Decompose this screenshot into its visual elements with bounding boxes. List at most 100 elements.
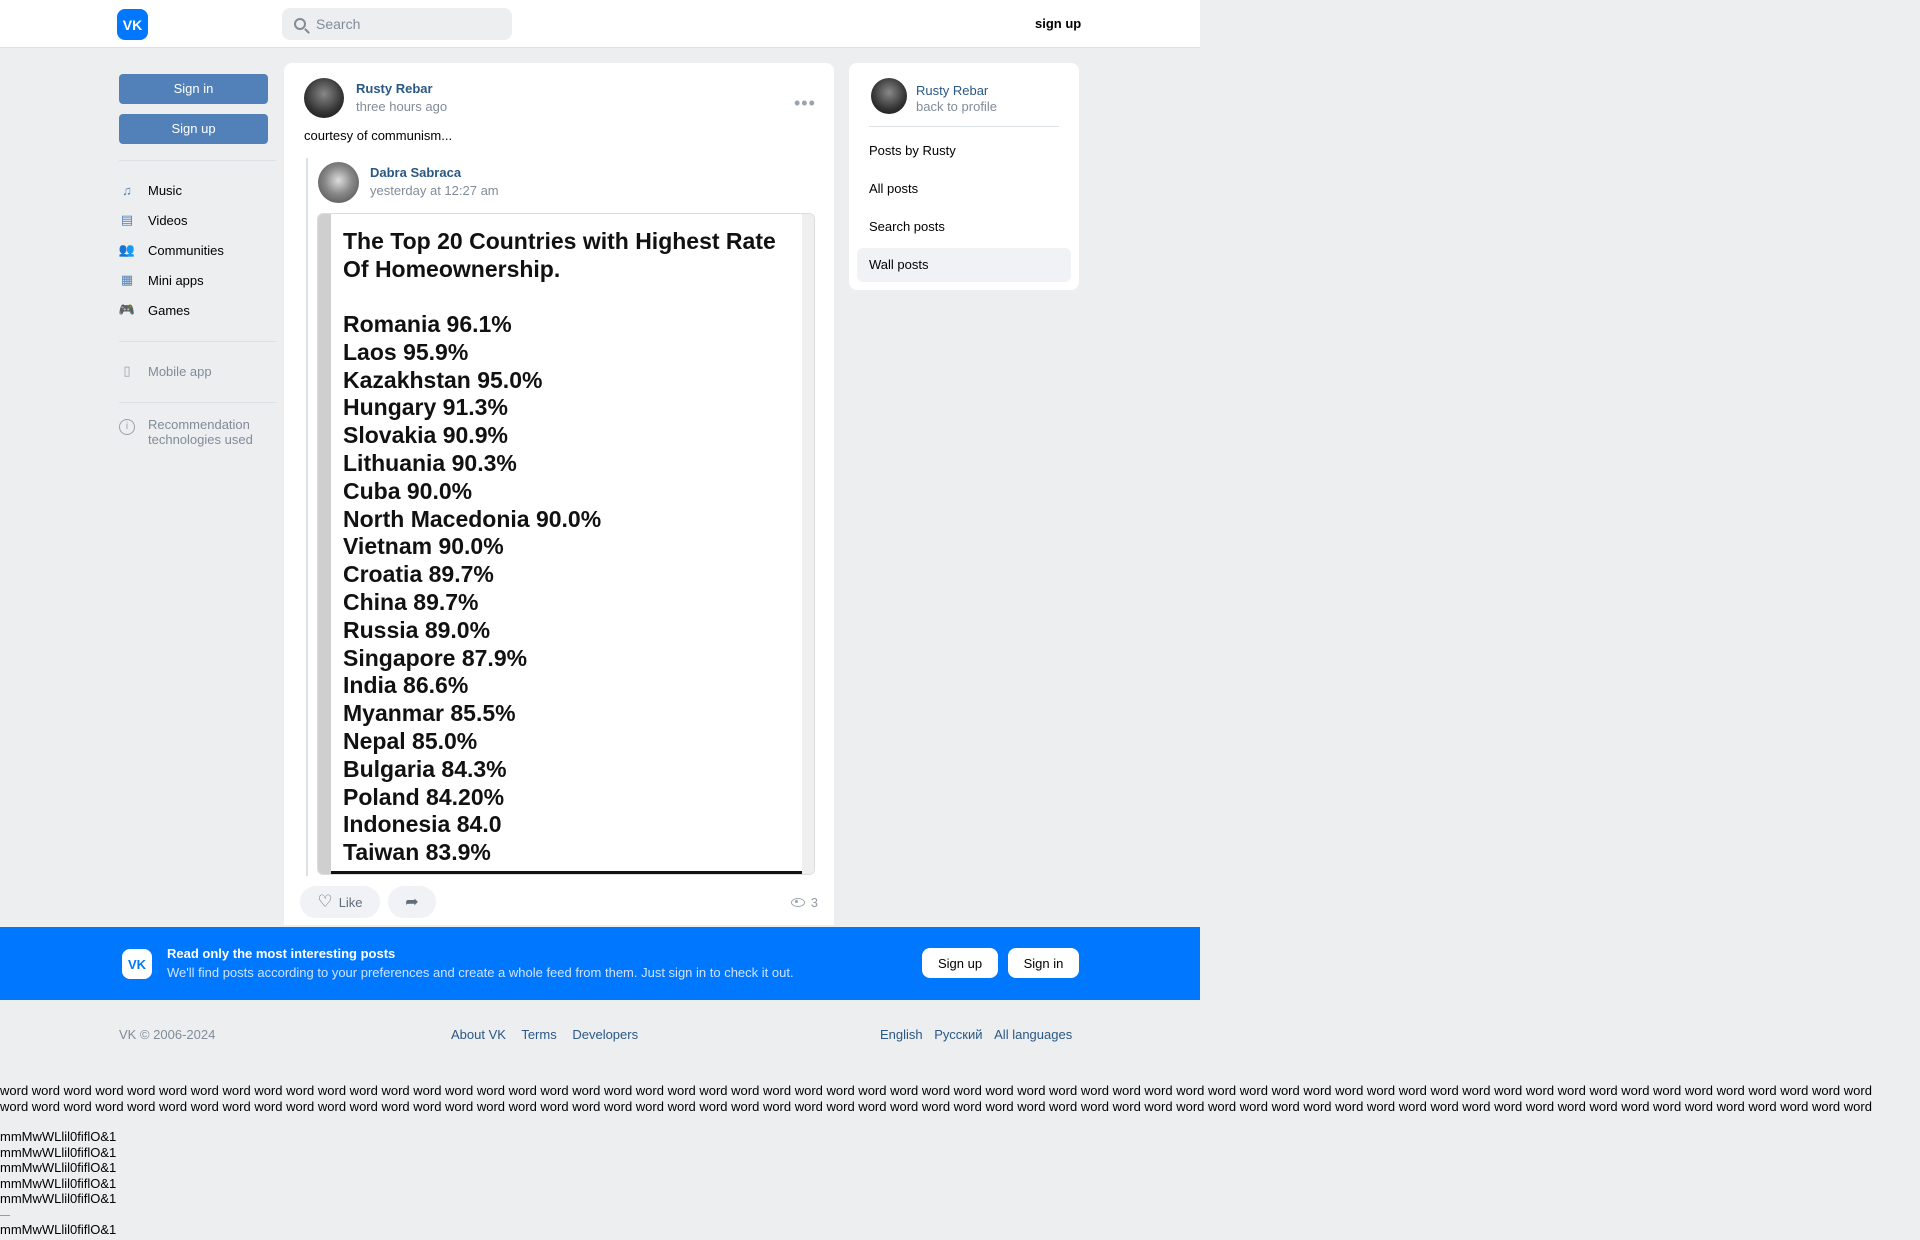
- language-all[interactable]: All languages: [994, 1027, 1072, 1042]
- sidebar-item-communities[interactable]: 👥 Communities: [119, 235, 276, 265]
- repost-avatar[interactable]: [318, 162, 359, 203]
- like-label: Like: [338, 894, 363, 910]
- profile-avatar[interactable]: [871, 78, 907, 114]
- recommendation-label-line2: technologies used: [148, 432, 253, 447]
- repost-author[interactable]: Dabra Sabraca: [370, 165, 461, 180]
- recommendation-label-line1: Recommendation: [148, 417, 250, 432]
- photo-country-line: Singapore 87.9%: [343, 644, 528, 671]
- photo-country-list: Romania 96.1% Laos 95.9% Kazakhstan 95.0% H…: [343, 311, 601, 867]
- banner-subtitle: We'll find posts according to your prefe…: [167, 965, 794, 980]
- sidebar-item-label: Videos: [148, 212, 188, 228]
- photo-country-line: China 89.7%: [343, 588, 479, 615]
- panel-item-posts-by-rusty[interactable]: Posts by Rusty: [857, 134, 1071, 168]
- vk-logo-icon: VK: [122, 949, 152, 979]
- photo-border-bottom: [331, 871, 802, 874]
- photo-country-line: Laos 95.9%: [343, 338, 469, 365]
- repost-line: [306, 158, 308, 876]
- photo-title: The Top 20 Countries with Highest Rate O…: [343, 228, 776, 282]
- word-line: word word word word word word word word …: [0, 1098, 1872, 1114]
- banner-sign-up-button[interactable]: Sign up: [922, 948, 998, 978]
- repost-time[interactable]: yesterday at 12:27 am: [370, 183, 499, 198]
- post-text: courtesy of communism...: [304, 128, 453, 143]
- vk-logo-icon[interactable]: VK: [117, 9, 148, 40]
- photo-country-line: Russia 89.0%: [343, 616, 491, 643]
- footer-languages: English Русский All languages: [880, 1027, 1072, 1042]
- post-photo[interactable]: The Top 20 Countries with Highest Rate O…: [317, 213, 815, 875]
- back-to-profile-link[interactable]: back to profile: [916, 99, 997, 114]
- photo-border-left: [318, 214, 331, 874]
- sign-up-button[interactable]: Sign up: [119, 114, 268, 144]
- photo-country-line: Nepal 85.0%: [343, 727, 478, 754]
- sidebar-item-mobile-app[interactable]: ▯ Mobile app: [119, 356, 276, 386]
- signup-banner: VK Read only the most interesting posts …: [0, 927, 1200, 1000]
- sign-in-button[interactable]: Sign in: [119, 74, 268, 104]
- language-russian[interactable]: Русский: [934, 1027, 982, 1042]
- music-note-icon: ♫: [122, 182, 132, 198]
- glyph-test-block: mmMwWLlil0fiflO&1 mmMwWLlil0fiflO&1 mmMw…: [0, 1129, 116, 1238]
- word-line: word word word word word word word word …: [0, 1083, 1872, 1098]
- panel-item-wall-posts[interactable]: Wall posts: [857, 248, 1071, 282]
- divider: [119, 341, 276, 342]
- sidebar-item-music[interactable]: ♫ Music: [119, 175, 276, 205]
- footer-copyright: VK © 2006-2024: [119, 1027, 216, 1042]
- top-bar: VK Search sign up: [0, 0, 1200, 48]
- share-button[interactable]: ➦: [388, 886, 436, 918]
- footer-link-terms[interactable]: Terms: [521, 1027, 556, 1042]
- footer-links: About VK Terms Developers: [451, 1027, 650, 1042]
- language-english[interactable]: English: [880, 1027, 923, 1042]
- wall-post: Rusty Rebar three hours ago ••• courtesy…: [284, 63, 834, 925]
- views-counter: 3: [790, 895, 818, 910]
- info-icon: i: [119, 419, 135, 435]
- more-options-icon[interactable]: •••: [794, 93, 816, 114]
- photo-country-line: Indonesia 84.0: [343, 811, 502, 838]
- phone-icon: ▯: [123, 363, 131, 378]
- share-icon: ➦: [405, 894, 419, 911]
- panel-item-all-posts[interactable]: All posts: [857, 172, 1071, 206]
- eye-icon: [790, 898, 805, 907]
- sidebar-item-mini-apps[interactable]: ▦ Mini apps: [119, 265, 276, 295]
- sidebar-item-recommendation[interactable]: i Recommendation technologies used: [119, 417, 276, 447]
- like-button[interactable]: ♡ Like: [300, 886, 380, 918]
- signup-link[interactable]: sign up: [1035, 16, 1081, 31]
- photo-country-line: Vietnam 90.0%: [343, 533, 504, 560]
- search-input[interactable]: Search: [282, 8, 512, 40]
- sidebar-item-label: Mini apps: [148, 272, 204, 288]
- divider: [119, 160, 276, 161]
- photo-country-line: India 86.6%: [343, 672, 469, 699]
- recommendation-label: Recommendation technologies used: [148, 417, 253, 447]
- sidebar-item-label: Mobile app: [148, 363, 212, 379]
- footer-link-about[interactable]: About VK: [451, 1027, 506, 1042]
- glyph-line: mmMwWLlil0fiflO&1: [0, 1144, 117, 1160]
- post-time[interactable]: three hours ago: [356, 99, 447, 114]
- footer-link-developers[interactable]: Developers: [572, 1027, 638, 1042]
- photo-country-line: Croatia 89.7%: [343, 561, 494, 588]
- photo-country-line: Poland 84.20%: [343, 783, 505, 810]
- sidebar-item-label: Games: [148, 302, 190, 318]
- photo-country-line: Kazakhstan 95.0%: [343, 366, 543, 393]
- glyph-line: mmMwWLlil0fiflO&1: [0, 1175, 117, 1191]
- photo-country-line: Romania 96.1%: [343, 311, 512, 337]
- banner-title: Read only the most interesting posts: [167, 946, 396, 961]
- photo-country-line: Taiwan 83.9%: [343, 839, 491, 866]
- sidebar-item-label: Music: [148, 182, 182, 198]
- views-count: 3: [810, 895, 818, 910]
- panel-item-search-posts[interactable]: Search posts: [857, 210, 1071, 244]
- divider: [869, 126, 1059, 127]
- divider: [0, 1214, 10, 1216]
- post-actions: ♡ Like ➦ 3: [300, 886, 818, 918]
- video-icon: ▤: [120, 212, 134, 227]
- glyph-line: mmMwWLlil0fiflO&1: [0, 1191, 117, 1207]
- sidebar-item-games[interactable]: 🎮 Games: [119, 295, 276, 325]
- search-placeholder: Search: [316, 16, 361, 32]
- banner-sign-in-button[interactable]: Sign in: [1008, 948, 1079, 978]
- heart-icon: ♡: [317, 892, 333, 911]
- profile-name[interactable]: Rusty Rebar: [916, 83, 988, 98]
- users-icon: 👥: [118, 242, 136, 257]
- photo-country-line: Hungary 91.3%: [343, 394, 508, 421]
- photo-country-line: Bulgaria 84.3%: [343, 755, 507, 782]
- post-author[interactable]: Rusty Rebar: [356, 81, 433, 96]
- gamepad-icon: 🎮: [118, 302, 136, 317]
- avatar[interactable]: [304, 78, 344, 118]
- divider: [119, 402, 276, 403]
- sidebar-item-videos[interactable]: ▤ Videos: [119, 205, 276, 235]
